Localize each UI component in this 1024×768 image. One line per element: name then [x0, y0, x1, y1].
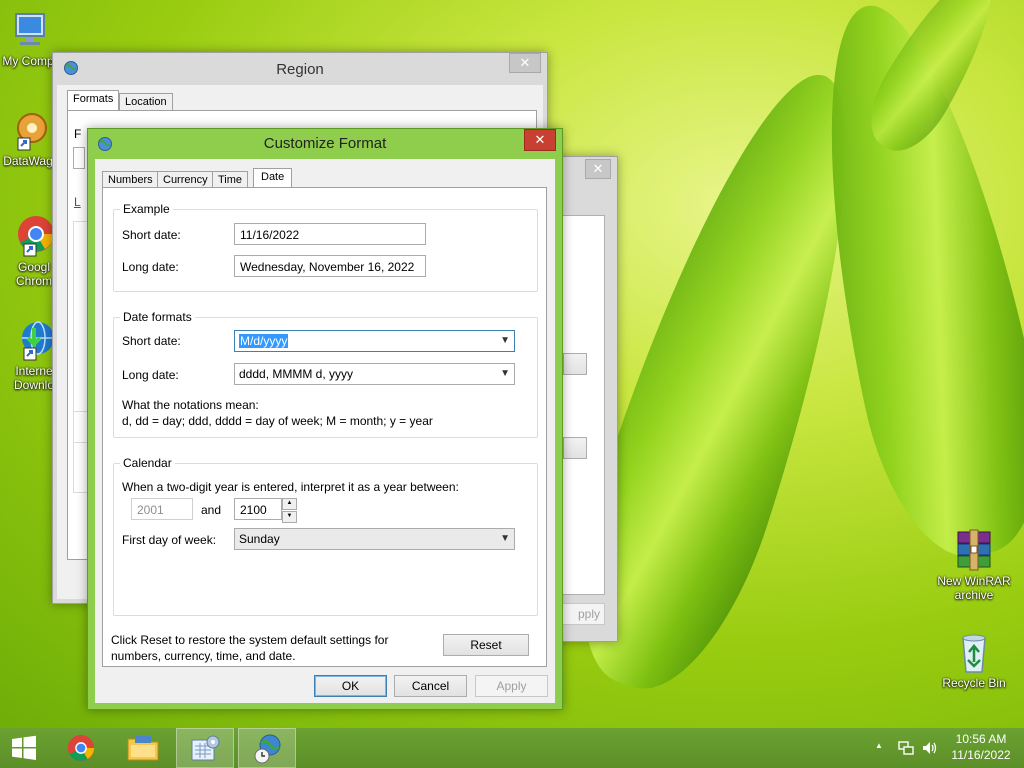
apply-button[interactable]: Apply [475, 675, 548, 697]
tab-formats[interactable]: Formats [67, 90, 120, 111]
start-button[interactable] [0, 728, 48, 768]
long-date-format-label: Long date: [122, 368, 179, 382]
taskbar-region-settings[interactable] [238, 728, 296, 768]
close-icon: ✕ [519, 55, 531, 70]
desktop-icon-new-winrar-archive[interactable]: New WinRAR archive [936, 528, 1012, 602]
window-title: Region [276, 61, 324, 78]
chrome-icon [67, 734, 95, 762]
example-long-date-label: Long date: [122, 260, 179, 274]
group-title: Date formats [123, 310, 192, 324]
group-title: Calendar [123, 456, 172, 470]
two-digit-year-to-field[interactable]: 2100 [234, 498, 282, 520]
spin-up-icon[interactable]: ▲ [282, 498, 297, 510]
desktop-icon-recycle-bin[interactable]: Recycle Bin [936, 630, 1012, 690]
notation-text: d, dd = day; ddd, dddd = day of week; M … [122, 414, 433, 428]
close-button[interactable]: ✕ [509, 53, 541, 73]
notation-title: What the notations mean: [122, 398, 259, 412]
internet-download-icon [22, 321, 54, 361]
close-icon: ✕ [592, 161, 604, 176]
globe-clock-icon [254, 734, 281, 764]
computer-icon [15, 13, 45, 45]
example-short-date-label: Short date: [122, 228, 181, 242]
show-hidden-icons-button[interactable]: ▲ [875, 741, 883, 750]
long-date-format-combobox[interactable]: dddd, MMMM d, yyyy ▼ [234, 363, 515, 385]
control-panel-icon [191, 735, 220, 761]
tab-label: Formats [73, 93, 114, 105]
background-window-button[interactable] [563, 353, 587, 375]
clock-date: 11/16/2022 [951, 748, 1011, 762]
chevron-down-icon: ▼ [500, 368, 510, 379]
datawag-icon [17, 113, 47, 151]
volume-icon[interactable] [922, 740, 938, 756]
first-day-of-week-value: Sunday [239, 532, 280, 546]
desktop-icon-label: Recycle Bin [942, 676, 1006, 690]
close-icon: ✕ [534, 132, 546, 147]
desktop-icon-label: New WinRAR [937, 574, 1011, 588]
tab-label: Time [218, 174, 243, 186]
taskbar: ▲ 10:56 AM 11/16/2022 [0, 728, 1024, 768]
short-date-format-combobox[interactable]: M/d/yyyy ▼ [234, 330, 515, 352]
customize-format-window[interactable]: Customize Format ✕ Numbers Currency Time… [87, 128, 563, 710]
background-window-panel [561, 215, 605, 595]
tab-label: Date [261, 171, 285, 183]
clock[interactable]: 10:56 AM 11/16/2022 [944, 732, 1018, 762]
short-date-format-label: Short date: [122, 334, 181, 348]
network-icon[interactable] [898, 740, 914, 756]
and-label: and [201, 503, 222, 517]
partial-label: F [74, 127, 82, 141]
example-short-date-field: 11/16/2022 [234, 223, 426, 245]
apply-button-label: pply [577, 607, 600, 621]
first-day-of-week-combobox[interactable]: Sunday ▼ [234, 528, 515, 550]
clock-time: 10:56 AM [955, 732, 1007, 746]
close-button[interactable]: ✕ [585, 159, 611, 179]
desktop: My Comp DataWag Googl Chrom Interne Down… [0, 0, 1024, 728]
ok-button[interactable]: OK [314, 675, 387, 697]
background-window-button[interactable] [563, 437, 587, 459]
desktop-icon-label: archive [954, 588, 994, 602]
window-title: Customize Format [263, 135, 387, 152]
close-button[interactable]: ✕ [524, 129, 556, 151]
chevron-down-icon: ▼ [500, 335, 510, 346]
partial-combobox[interactable] [73, 147, 85, 169]
short-date-format-value: M/d/yyyy [239, 334, 289, 348]
taskbar-chrome[interactable] [52, 728, 110, 768]
example-group: Example [113, 202, 538, 292]
reset-description: Click Reset to restore the system defaul… [111, 633, 389, 647]
winrar-icon [957, 529, 991, 571]
two-digit-year-from-field: 2001 [131, 498, 193, 520]
date-tab-panel: Example Short date: 11/16/2022 Long date… [102, 187, 547, 667]
group-title: Example [123, 202, 170, 216]
spin-down-icon[interactable]: ▼ [282, 511, 297, 523]
example-long-date-field: Wednesday, November 16, 2022 [234, 255, 426, 277]
tab-date[interactable]: Date [253, 168, 293, 189]
reset-description: numbers, currency, time, and date. [111, 649, 296, 663]
two-digit-year-text: When a two-digit year is entered, interp… [122, 480, 459, 494]
chevron-down-icon: ▼ [500, 533, 510, 544]
first-day-of-week-label: First day of week: [122, 533, 217, 547]
tab-label: Location [125, 96, 167, 108]
year-spinner[interactable]: ▲ ▼ [282, 498, 297, 523]
folder-icon [127, 736, 159, 761]
windows-logo-icon [12, 735, 36, 760]
customize-format-body: Numbers Currency Time Date Example Short… [95, 159, 555, 703]
tab-label: Currency [163, 174, 208, 186]
cancel-button[interactable]: Cancel [394, 675, 467, 697]
chrome-icon [18, 216, 54, 257]
partial-link[interactable]: L [74, 195, 81, 209]
long-date-format-value: dddd, MMMM d, yyyy [239, 367, 354, 381]
tab-label: Numbers [108, 174, 153, 186]
taskbar-file-explorer[interactable] [114, 728, 172, 768]
tab-location[interactable]: Location [119, 93, 173, 111]
reset-button[interactable]: Reset [443, 634, 529, 656]
taskbar-control-panel[interactable] [176, 728, 234, 768]
recycle-bin-icon [962, 634, 986, 673]
